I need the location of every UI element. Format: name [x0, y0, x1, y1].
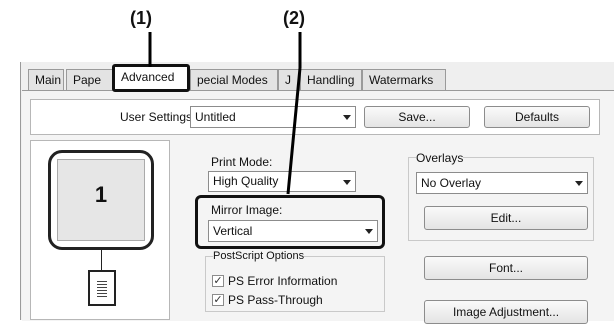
callout-lines	[148, 32, 302, 195]
